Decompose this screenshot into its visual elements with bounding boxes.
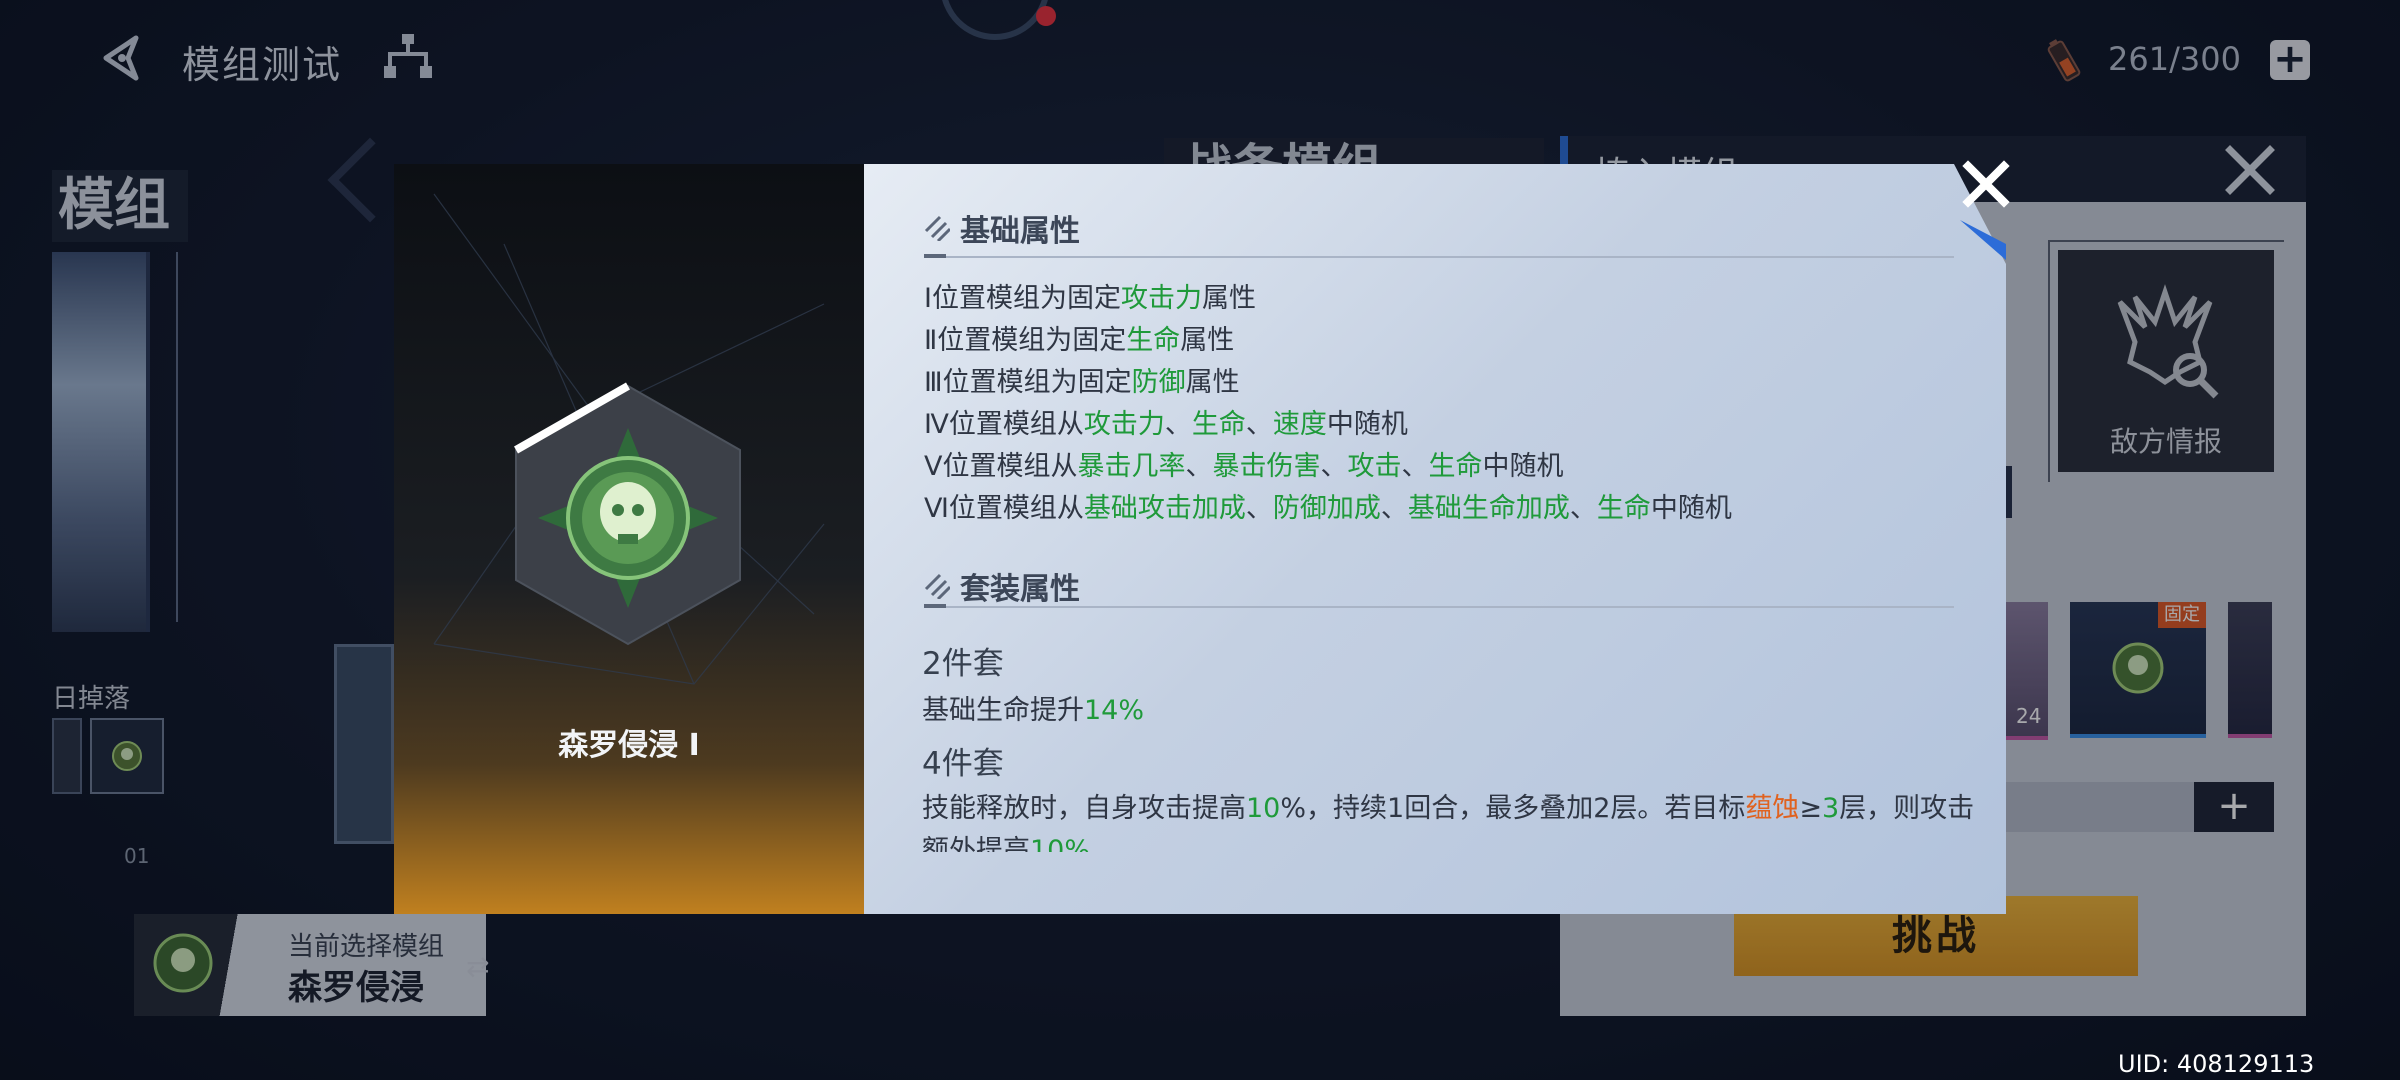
set-4-desc: 技能释放时，自身攻击提高10%，持续1回合，最多叠加2层。若目标蕴蚀≥3层，则攻… [922, 793, 1975, 852]
set-emblem [510, 380, 746, 650]
attr-line-6: Ⅵ位置模组从基础攻击加成、防御加成、基础生命加成、生命中随机 [924, 493, 1732, 524]
set-attr-title: 套装属性 [960, 572, 1080, 607]
close-icon[interactable] [1958, 156, 2014, 212]
attr-line-5: Ⅴ位置模组从暴击几率、暴击伤害、攻击、生命中随机 [924, 451, 1564, 482]
basic-attr-title: 基础属性 [960, 214, 1080, 249]
set-2-desc: 基础生命提升14% [922, 695, 1145, 726]
attr-line-2: Ⅱ位置模组为固定生命属性 [924, 325, 1235, 356]
attr-line-4: Ⅳ位置模组从攻击力、生命、速度中随机 [924, 409, 1408, 440]
slash-icon [924, 573, 950, 599]
attr-line-3: Ⅲ位置模组为固定防御属性 [924, 367, 1240, 398]
section-divider [924, 254, 1954, 258]
uid-label: UID: 408129113 [2118, 1050, 2315, 1078]
set-attr-heading: 套装属性 [924, 564, 1080, 608]
set-name: 森罗侵浸 I [558, 728, 700, 763]
section-divider [924, 604, 1954, 608]
slash-icon [924, 215, 950, 241]
set-2-title: 2件套 [922, 646, 1004, 682]
basic-attr-heading: 基础属性 [924, 206, 1080, 250]
set-4-title: 4件套 [922, 746, 1004, 782]
attr-line-1: Ⅰ位置模组为固定攻击力属性 [924, 283, 1256, 314]
